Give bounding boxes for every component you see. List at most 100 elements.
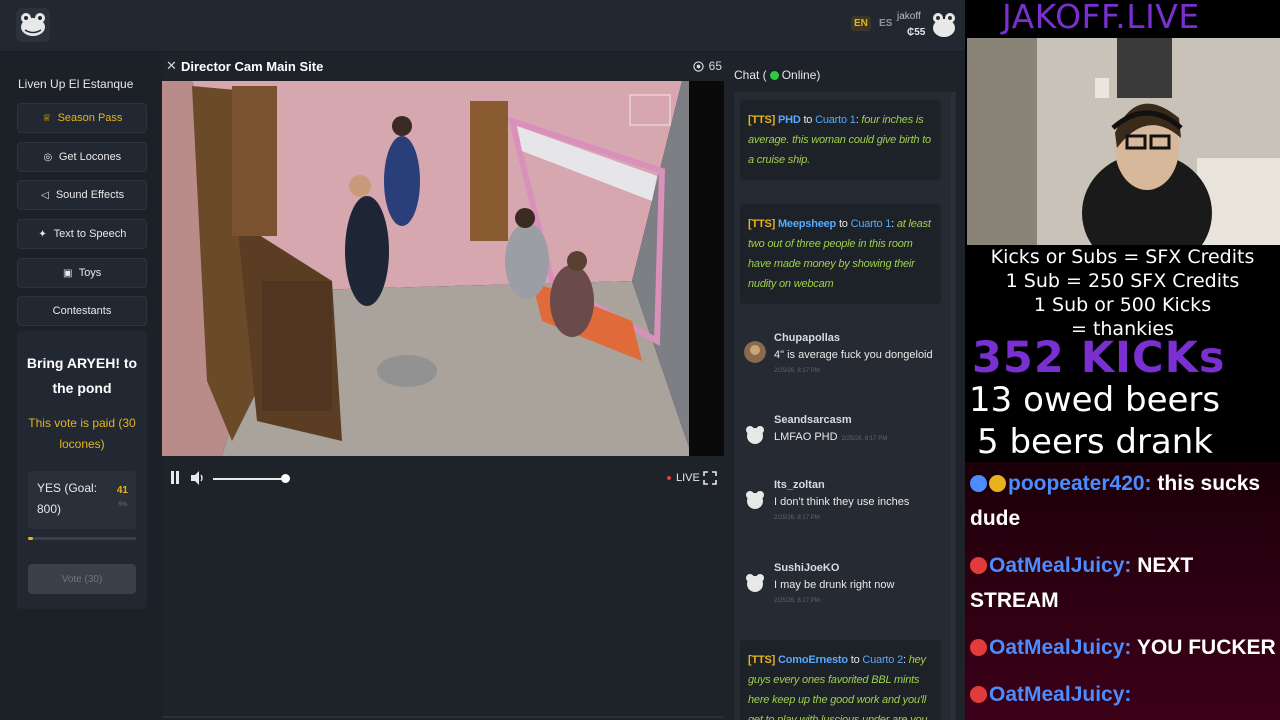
text-to-speech-button[interactable]: ✦ Text to Speech	[17, 219, 147, 249]
tts-message: [TTS] ComoErnesto to Cuarto 2: hey guys …	[740, 640, 941, 720]
get-locones-label: Get Locones	[58, 151, 122, 163]
fullscreen-icon[interactable]	[703, 471, 717, 485]
chat-username[interactable]: Its_zoltan	[774, 479, 825, 491]
text-to-speech-label: Text to Speech	[53, 228, 127, 240]
tts-sender[interactable]: ComoErnesto	[778, 654, 848, 666]
tts-to: to	[803, 114, 813, 126]
tts-to: to	[838, 218, 848, 230]
tts-tag: [TTS]	[748, 218, 776, 230]
chat-scrollbar[interactable]	[951, 92, 955, 720]
chat-message: SushiJoeKO I may be drunk right now 2/25…	[744, 562, 944, 614]
chat-header: Chat ( Online)	[734, 68, 820, 82]
chat-message: Chupapollas 4" is average fuck you donge…	[744, 332, 944, 384]
pause-icon[interactable]	[170, 471, 180, 484]
overlay-info-line: Kicks or Subs = SFX Credits	[990, 246, 1255, 268]
overlay-chat-name: OatMealJuicy:	[989, 554, 1132, 577]
divider	[162, 716, 724, 718]
avatar[interactable]	[744, 423, 766, 445]
overlay-chat-line: OatMealJuicy: NEXT STREAM	[970, 548, 1276, 618]
chat-text: 4" is average fuck you dongeloid	[774, 349, 933, 361]
username[interactable]: jakoff	[897, 11, 921, 22]
vote-button[interactable]: Vote (30)	[28, 564, 136, 594]
overlay-chat-text: YOU FUCKER	[1136, 636, 1276, 659]
left-sidebar: Liven Up El Estanque ♕ Season Pass ◎ Get…	[0, 53, 162, 720]
player-controls: LIVE	[162, 462, 724, 496]
tts-message: [TTS] PHD to Cuarto 1: four inches is av…	[740, 100, 941, 180]
chat-header-prefix: Chat (	[734, 68, 767, 82]
get-locones-button[interactable]: ◎ Get Locones	[17, 142, 147, 172]
vote-option-yes[interactable]: YES (Goal: 800) 41 5%	[28, 471, 136, 529]
tts-target: Cuarto 1	[850, 218, 892, 230]
vote-option-label: YES (Goal: 800)	[37, 481, 98, 516]
overlay-chat-name: OatMealJuicy:	[989, 683, 1132, 706]
drank-beers-counter: 5 beers drank	[977, 422, 1213, 462]
season-pass-button[interactable]: ♕ Season Pass	[17, 103, 147, 133]
season-pass-label: Season Pass	[57, 112, 123, 124]
owed-beers-counter: 13 owed beers	[969, 380, 1221, 420]
volume-icon[interactable]	[190, 470, 206, 486]
overlay-chat-line: poopeater420: this sucks dude	[970, 466, 1276, 536]
overlay-chat-name: poopeater420:	[1008, 472, 1152, 495]
volume-slider[interactable]	[213, 478, 286, 480]
sidebar-title: Liven Up El Estanque	[18, 77, 134, 91]
chat-text-value: LMFAO PHD	[774, 431, 838, 443]
chat-timestamp: 2/25/26, 8:17 PM	[774, 515, 820, 521]
chat-text: I may be drunk right now	[774, 579, 895, 591]
chat-username[interactable]: SushiJoeKO	[774, 562, 839, 574]
close-icon[interactable]: ✕	[166, 58, 177, 74]
site-header: EN ES jakoff ₵55	[0, 0, 965, 52]
video-header: ✕ Director Cam Main Site 65	[162, 53, 724, 81]
avatar[interactable]	[744, 571, 766, 593]
volume-slider-handle[interactable]	[281, 474, 290, 483]
vote-card: Bring ARYEH! to the pond This vote is pa…	[17, 331, 147, 609]
crown-icon	[989, 475, 1006, 492]
stream-overlay: JAKOFF.LIVE Kicks or Subs = SFX Credits …	[965, 0, 1280, 720]
strawberry-icon	[970, 686, 987, 703]
sound-effects-button[interactable]: ◁ Sound Effects	[17, 180, 147, 210]
tts-to: to	[850, 654, 860, 666]
tts-target: Cuarto 1	[815, 114, 856, 126]
viewer-count-value: 65	[708, 59, 722, 73]
user-balance: ₵55	[907, 27, 926, 38]
overlay-info-line: 1 Sub = 250 SFX Credits	[1005, 270, 1240, 292]
tts-tag: [TTS]	[748, 654, 776, 666]
video-player[interactable]	[162, 81, 724, 456]
tts-tag: [TTS]	[748, 114, 776, 126]
avatar[interactable]	[744, 341, 766, 363]
toys-button[interactable]: ▣ Toys	[17, 258, 147, 288]
camera-title: Director Cam Main Site	[181, 59, 324, 74]
lang-en-button[interactable]: EN	[851, 16, 871, 31]
chat-timestamp: 2/25/26, 8:17 PM	[774, 368, 820, 374]
coin-icon: ◎	[43, 151, 53, 163]
vote-paid-note: This vote is paid (30 locones)	[28, 416, 136, 451]
crown-icon: ♕	[42, 112, 52, 124]
chat-text: LMFAO PHD 2/25/26, 8:17 PM	[774, 431, 887, 443]
frog-logo-icon[interactable]	[16, 8, 50, 42]
vote-progress-fill	[28, 537, 34, 540]
tts-target: Cuarto 2	[862, 654, 903, 666]
chat-username[interactable]: Chupapollas	[774, 332, 840, 344]
chat-message: Seandsarcasm LMFAO PHD 2/25/26, 8:17 PM	[744, 414, 944, 466]
chat-message: Its_zoltan I don't think they use inches…	[744, 479, 944, 531]
chat-username[interactable]: Seandsarcasm	[774, 414, 852, 426]
live-label: LIVE	[676, 472, 700, 484]
contestants-label: Contestants	[52, 305, 112, 317]
vote-progress-bar	[28, 537, 136, 540]
chat-message-list[interactable]: [TTS] PHD to Cuarto 1: four inches is av…	[734, 92, 956, 720]
chat-text: I don't think they use inches	[774, 496, 910, 508]
tts-sender[interactable]: Meepsheep	[778, 218, 836, 230]
camera-feed-image	[162, 81, 724, 456]
sparkle-icon: ✦	[38, 228, 47, 240]
sound-effects-label: Sound Effects	[55, 189, 125, 201]
overlay-chat-name: OatMealJuicy:	[989, 636, 1132, 659]
avatar[interactable]	[744, 488, 766, 510]
lang-es-button[interactable]: ES	[876, 16, 895, 31]
tts-sender[interactable]: PHD	[778, 114, 801, 126]
tts-message: [TTS] Meepsheep to Cuarto 1: at least tw…	[740, 204, 941, 304]
live-dot-icon	[667, 476, 671, 480]
toys-label: Toys	[78, 267, 102, 279]
user-avatar[interactable]	[931, 10, 957, 38]
contestants-button[interactable]: Contestants	[17, 296, 147, 326]
online-status-icon	[769, 70, 779, 80]
strawberry-icon	[970, 557, 987, 574]
